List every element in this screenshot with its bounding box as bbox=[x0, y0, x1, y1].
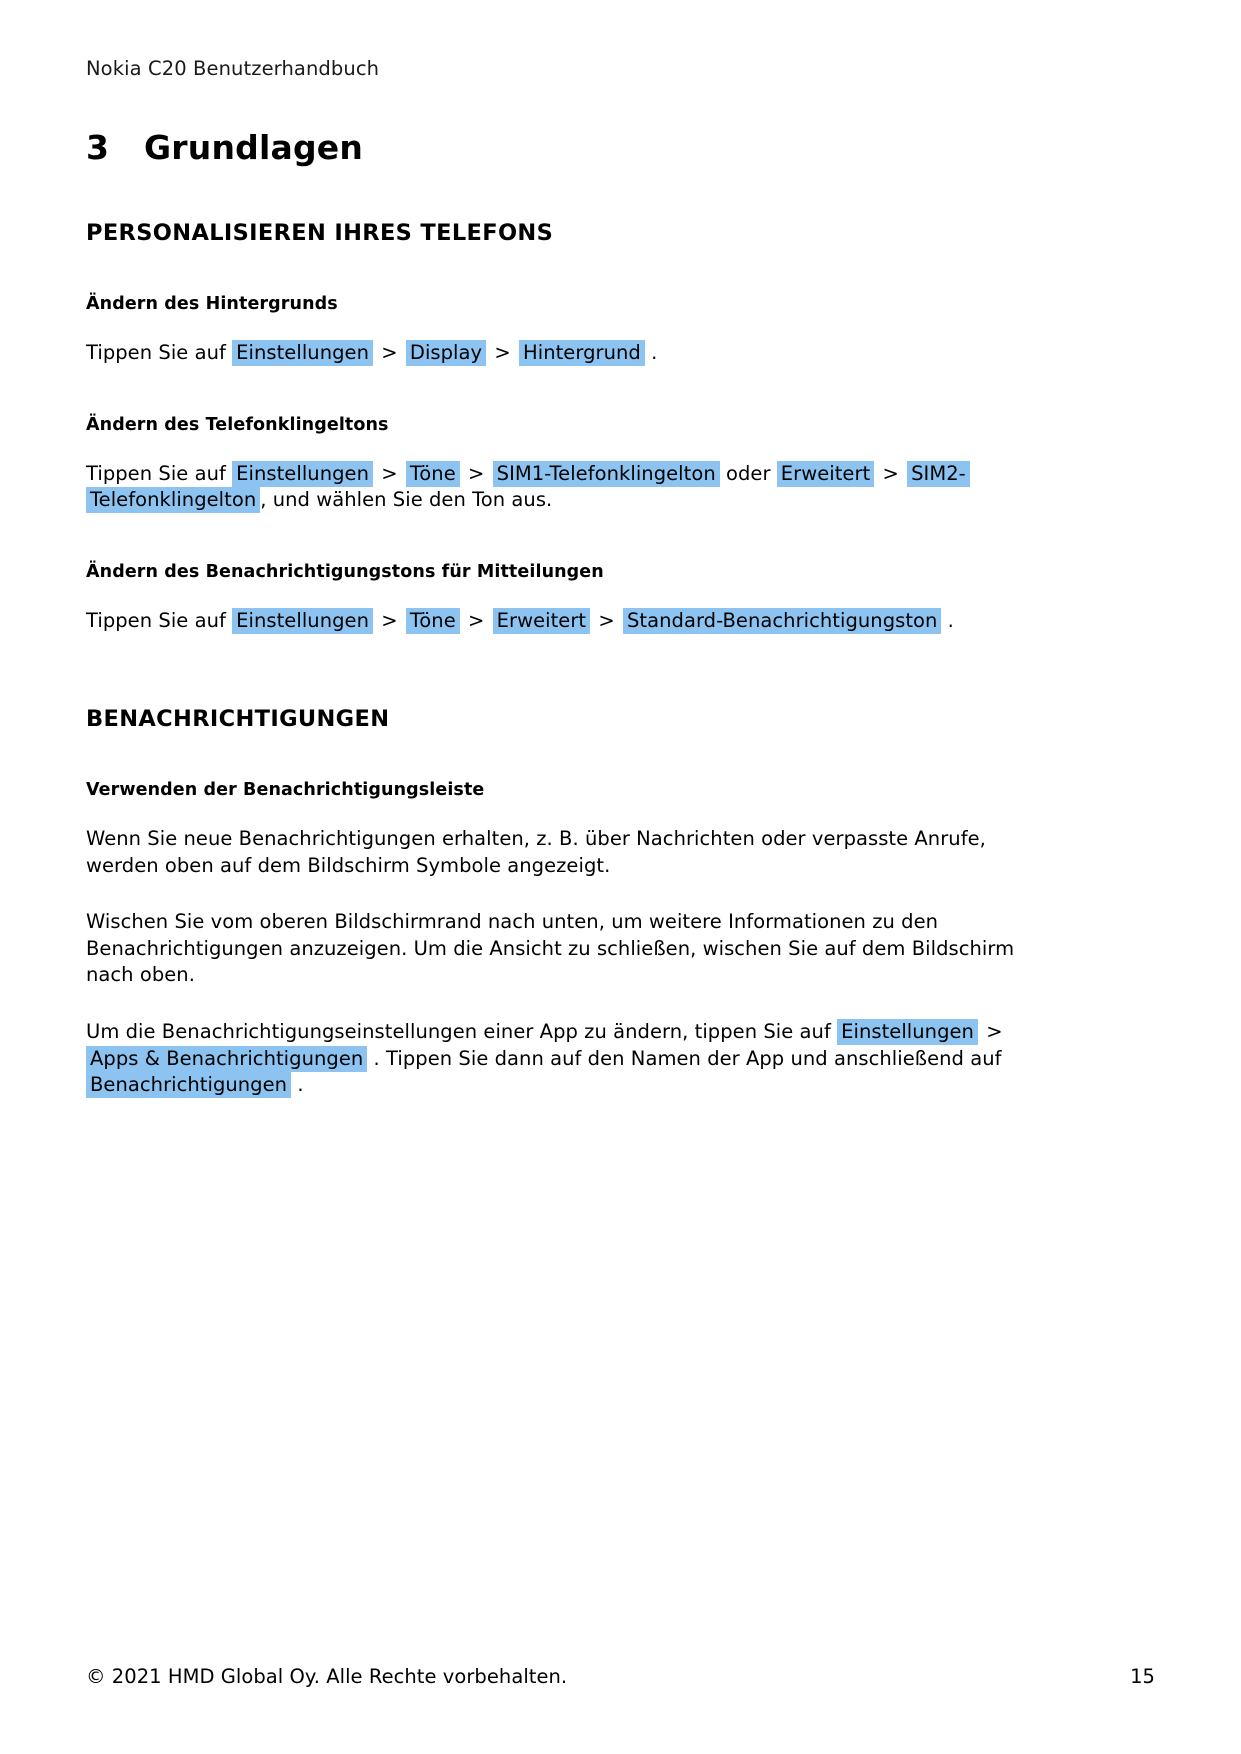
running-head: Nokia C20 Benutzerhandbuch bbox=[86, 57, 380, 80]
chapter-title-text: Grundlagen bbox=[144, 128, 364, 168]
nav-step-erweitert[interactable]: Erweitert bbox=[776, 460, 875, 487]
nav-separator: > bbox=[381, 461, 398, 485]
nav-separator: > bbox=[381, 608, 398, 632]
nav-step-display[interactable]: Display bbox=[405, 340, 487, 367]
subsection-heading-status-bar: Verwenden der Benachrichtigungsleiste bbox=[86, 780, 485, 801]
copyright-notice: © 2021 HMD Global Oy. Alle Rechte vorbeh… bbox=[86, 1665, 568, 1688]
nav-separator: > bbox=[494, 341, 511, 365]
nav-separator: > bbox=[882, 461, 899, 485]
nav-step-apps-benachrichtigungen[interactable]: Apps & Benachrichtigungen bbox=[86, 1045, 368, 1072]
page-footer: © 2021 HMD Global Oy. Alle Rechte vorbeh… bbox=[86, 1665, 1155, 1688]
nav-separator: > bbox=[598, 608, 615, 632]
instruction-end: , und wählen Sie den Ton aus. bbox=[260, 488, 553, 512]
section-heading-personalization: PERSONALISIEREN IHRES TELEFONS bbox=[86, 220, 554, 247]
chapter-number: 3 bbox=[86, 128, 110, 168]
instruction-intro: Tippen Sie auf bbox=[86, 461, 226, 485]
nav-step-hintergrund[interactable]: Hintergrund bbox=[519, 340, 645, 367]
subsection-heading-notification-sound: Ändern des Benachrichtigungstons für Mit… bbox=[86, 561, 604, 582]
nav-step-einstellungen[interactable]: Einstellungen bbox=[232, 607, 373, 634]
instruction-ringtone: Tippen Sie auf Einstellungen > Töne > SI… bbox=[86, 460, 1021, 514]
instruction-end: . bbox=[947, 608, 954, 632]
nav-step-standard-benachrichtigungston[interactable]: Standard-Benachrichtigungston bbox=[623, 607, 942, 634]
nav-step-sim1-klingelton[interactable]: SIM1-Telefonklingelton bbox=[492, 460, 720, 487]
page-title: 3 Grundlagen bbox=[86, 128, 1155, 167]
paragraph-text-part-2: . Tippen Sie dann auf den Namen der App … bbox=[373, 1046, 1002, 1070]
paragraph-notifications-1: Wenn Sie neue Benachrichtigungen erhalte… bbox=[86, 827, 986, 877]
nav-step-einstellungen[interactable]: Einstellungen bbox=[232, 460, 373, 487]
section-heading-notifications: BENACHRICHTIGUNGEN bbox=[86, 706, 390, 733]
instruction-conjunction: oder bbox=[725, 461, 771, 485]
paragraph-notifications-3: Um die Benachrichtigungseinstellungen ei… bbox=[86, 1018, 1021, 1099]
instruction-intro: Tippen Sie auf bbox=[86, 341, 226, 365]
paragraph-text-part-1: Um die Benachrichtigungseinstellungen ei… bbox=[86, 1019, 831, 1043]
nav-separator: > bbox=[381, 341, 398, 365]
nav-step-einstellungen[interactable]: Einstellungen bbox=[232, 340, 373, 367]
nav-step-benachrichtigungen[interactable]: Benachrichtigungen bbox=[86, 1072, 292, 1099]
instruction-intro: Tippen Sie auf bbox=[86, 608, 226, 632]
subsection-heading-wallpaper: Ändern des Hintergrunds bbox=[86, 294, 338, 315]
page-number: 15 bbox=[1130, 1665, 1155, 1688]
paragraph-end: . bbox=[297, 1073, 304, 1097]
instruction-wallpaper: Tippen Sie auf Einstellungen > Display >… bbox=[86, 340, 1021, 367]
instruction-notification-sound: Tippen Sie auf Einstellungen > Töne > Er… bbox=[86, 607, 1021, 635]
nav-step-erweitert[interactable]: Erweitert bbox=[492, 607, 591, 634]
nav-step-einstellungen[interactable]: Einstellungen bbox=[837, 1018, 978, 1045]
nav-step-toene[interactable]: Töne bbox=[405, 607, 460, 634]
nav-step-toene[interactable]: Töne bbox=[405, 460, 460, 487]
paragraph-notifications-2: Wischen Sie vom oberen Bildschirmrand na… bbox=[86, 910, 1015, 987]
nav-separator: > bbox=[986, 1019, 1003, 1043]
subsection-heading-ringtone: Ändern des Telefonklingeltons bbox=[86, 414, 389, 435]
nav-separator: > bbox=[468, 608, 485, 632]
nav-separator: > bbox=[468, 461, 485, 485]
document-page: Nokia C20 Benutzerhandbuch 3 Grundlagen … bbox=[0, 0, 1241, 1754]
instruction-end: . bbox=[651, 341, 658, 365]
